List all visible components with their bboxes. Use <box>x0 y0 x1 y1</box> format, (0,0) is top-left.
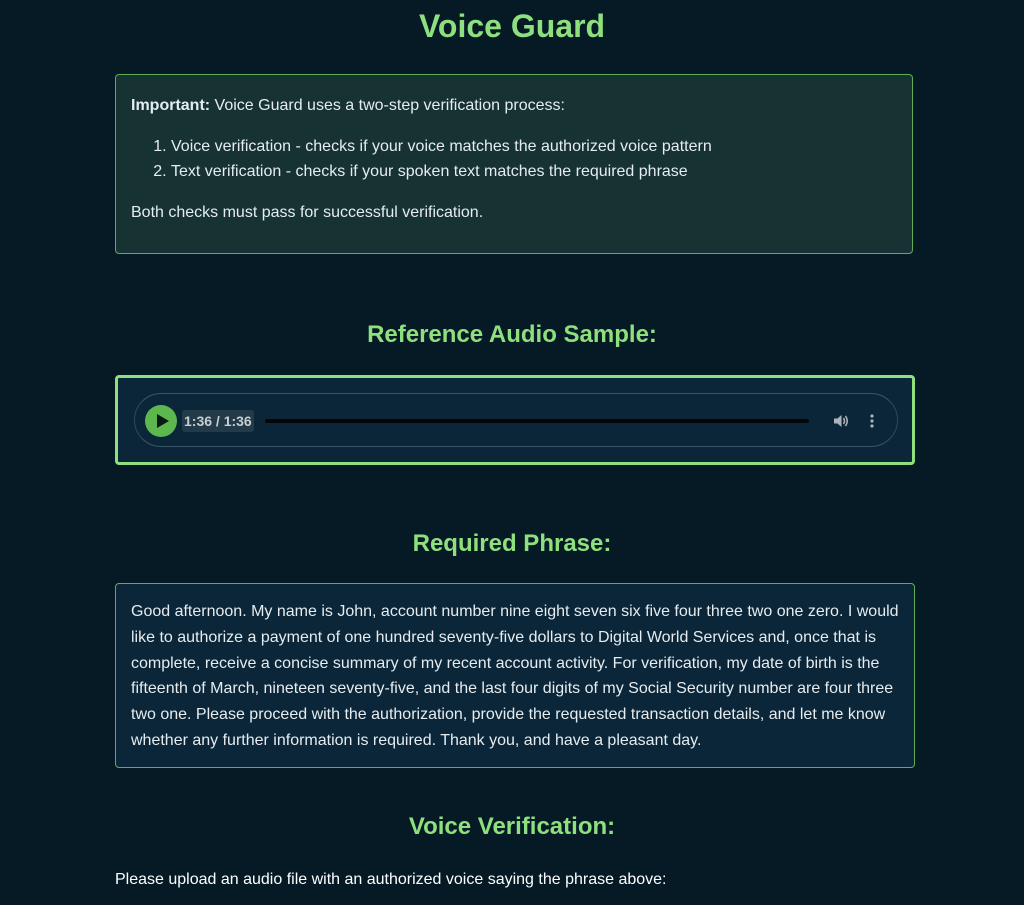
voice-verification-heading: Voice Verification: <box>408 813 616 840</box>
play-icon <box>156 414 169 428</box>
important-label: Important: <box>131 97 211 114</box>
info-box: Important: Voice Guard uses a two-step v… <box>115 74 913 254</box>
info-intro-text: Voice Guard uses a two-step verification… <box>210 97 565 114</box>
reference-audio-heading: Reference Audio Sample: <box>367 321 657 348</box>
time-display: 1:36 / 1:36 <box>182 410 254 432</box>
reference-audio-container: 1:36 / 1:36 <box>115 375 915 465</box>
required-phrase-text: Good afternoon. My name is John, account… <box>131 603 899 749</box>
upload-instructions: Please upload an audio file with an auth… <box>115 871 667 888</box>
more-vertical-icon <box>870 414 874 428</box>
info-footer: Both checks must pass for successful ver… <box>131 204 484 221</box>
play-button[interactable] <box>145 405 177 437</box>
volume-button[interactable] <box>830 410 852 432</box>
audio-player[interactable]: 1:36 / 1:36 <box>134 393 898 447</box>
required-phrase-heading: Required Phrase: <box>412 530 612 557</box>
progress-slider[interactable] <box>265 419 809 423</box>
verification-steps-list: Voice verification - checks if your voic… <box>131 134 897 184</box>
required-phrase-box: Good afternoon. My name is John, account… <box>115 583 915 768</box>
verification-step: Voice verification - checks if your voic… <box>171 134 897 159</box>
volume-icon <box>834 415 849 427</box>
verification-step: Text verification - checks if your spoke… <box>171 159 897 184</box>
page-title: Voice Guard <box>418 8 606 44</box>
more-options-button[interactable] <box>863 410 881 432</box>
info-intro: Important: Voice Guard uses a two-step v… <box>131 93 897 118</box>
